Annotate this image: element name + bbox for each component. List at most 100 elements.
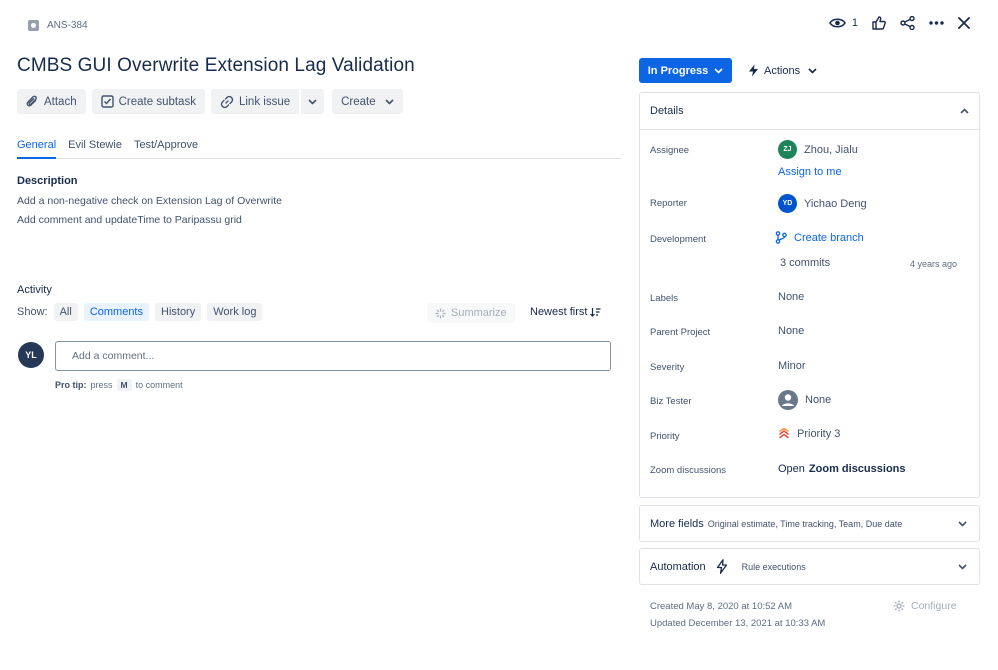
sparkle-icon xyxy=(435,308,446,318)
thumbs-up-icon[interactable] xyxy=(872,16,886,30)
chevron-up-icon xyxy=(960,108,969,114)
filter-all[interactable]: All xyxy=(53,303,78,321)
current-user-avatar: YL xyxy=(18,342,44,368)
link-issue-button[interactable]: Link issue xyxy=(210,89,300,114)
parent-project-value[interactable]: None xyxy=(778,325,804,337)
avatar: YD xyxy=(778,194,797,213)
automation-title: Automation xyxy=(650,560,706,573)
create-subtask-button[interactable]: Create subtask xyxy=(91,89,205,114)
commits-link[interactable]: 3 commits xyxy=(780,257,830,269)
tab-evil-stewie[interactable]: Evil Stewie xyxy=(68,139,122,159)
zoom-discussions-label: Zoom discussions xyxy=(650,465,727,476)
lightning-icon xyxy=(716,559,727,574)
zoom-discussions-link[interactable]: Zoom discussions xyxy=(809,463,906,475)
severity-label: Severity xyxy=(650,362,685,373)
issue-toolbar: Attach Create subtask Link issue Create xyxy=(17,89,403,114)
comment-input[interactable]: Add a comment... xyxy=(55,341,611,371)
show-label: Show: xyxy=(17,306,48,318)
created-timestamp: Created May 8, 2020 at 10:52 AM xyxy=(650,601,793,612)
issue-tabs: General Evil Stewie Test/Approve xyxy=(17,139,621,159)
watch-button[interactable]: 1 xyxy=(828,17,858,29)
assign-to-me-link[interactable]: Assign to me xyxy=(778,166,842,178)
close-icon[interactable] xyxy=(958,17,970,29)
filter-history[interactable]: History xyxy=(155,303,202,321)
details-header[interactable]: Details xyxy=(640,93,979,130)
labels-value[interactable]: None xyxy=(778,291,804,303)
link-issue-dropdown[interactable] xyxy=(301,89,325,114)
create-button[interactable]: Create xyxy=(332,89,403,114)
chevron-down-icon xyxy=(808,67,817,74)
link-issue-label: Link issue xyxy=(238,95,291,108)
actions-dropdown[interactable]: Actions xyxy=(748,58,817,83)
comment-placeholder: Add a comment... xyxy=(72,350,155,362)
biz-tester-value: None xyxy=(805,394,832,406)
filter-comments[interactable]: Comments xyxy=(83,303,149,321)
sort-order-button[interactable]: Newest first xyxy=(530,306,601,318)
attach-label: Attach xyxy=(44,95,77,108)
pro-tip-label: Pro tip: xyxy=(55,380,87,390)
subtask-icon xyxy=(100,95,114,108)
sort-descending-icon xyxy=(590,308,601,317)
tab-test-approve[interactable]: Test/Approve xyxy=(134,139,198,159)
avatar: ZJ xyxy=(778,140,797,159)
actions-label: Actions xyxy=(764,64,801,77)
share-icon[interactable] xyxy=(900,16,915,30)
labels-label: Labels xyxy=(650,293,678,304)
assignee-name: Zhou, Jialu xyxy=(804,143,858,156)
biz-tester-field[interactable]: None xyxy=(778,390,831,410)
watch-count: 1 xyxy=(851,17,858,29)
severity-value[interactable]: Minor xyxy=(778,360,806,372)
filter-work-log[interactable]: Work log xyxy=(207,303,263,321)
attach-button[interactable]: Attach xyxy=(17,89,86,114)
automation-section[interactable]: Automation Rule executions xyxy=(639,548,980,585)
configure-button[interactable]: Configure xyxy=(893,600,957,612)
assignee-field[interactable]: ZJ Zhou, Jialu xyxy=(778,140,858,159)
pro-tip: Pro tip: press M to comment xyxy=(55,379,183,391)
issue-title[interactable]: CMBS GUI Overwrite Extension Lag Validat… xyxy=(17,55,415,77)
issue-key-link[interactable]: ANS-384 xyxy=(47,20,88,31)
priority-field[interactable]: Priority 3 xyxy=(778,428,840,440)
chevron-down-icon xyxy=(958,520,967,527)
reporter-field[interactable]: YD Yichao Deng xyxy=(778,194,867,213)
reporter-name: Yichao Deng xyxy=(804,197,867,210)
issue-top-actions: 1 xyxy=(828,16,970,30)
zoom-discussions-field[interactable]: Open Zoom discussions xyxy=(778,463,906,475)
more-options-icon[interactable] xyxy=(929,21,944,25)
link-issue-group: Link issue xyxy=(210,89,325,114)
updated-timestamp: Updated December 13, 2021 at 10:33 AM xyxy=(650,618,826,629)
development-label: Development xyxy=(650,234,706,245)
chevron-down-icon xyxy=(714,67,723,74)
more-fields-section[interactable]: More fields Original estimate, Time trac… xyxy=(639,505,980,542)
automation-subtitle: Rule executions xyxy=(741,561,806,572)
chevron-down-icon xyxy=(385,98,394,105)
summarize-button[interactable]: Summarize xyxy=(427,303,515,323)
breadcrumb: ANS-384 xyxy=(28,20,88,31)
pro-tip-rest: to comment xyxy=(135,380,183,390)
default-avatar-icon xyxy=(778,390,798,410)
gear-icon xyxy=(893,600,905,612)
zoom-prefix: Open xyxy=(778,463,805,475)
more-fields-title: More fields xyxy=(650,517,704,530)
summarize-label: Summarize xyxy=(451,307,507,319)
eye-icon xyxy=(828,18,846,28)
pro-tip-press: press xyxy=(90,380,113,390)
link-icon xyxy=(220,95,234,108)
status-dropdown[interactable]: In Progress xyxy=(639,58,732,83)
create-branch-link[interactable]: Create branch xyxy=(775,231,864,244)
reporter-label: Reporter xyxy=(650,198,687,209)
configure-label: Configure xyxy=(911,600,957,612)
assignee-label: Assignee xyxy=(650,145,690,156)
details-panel: Details Assignee ZJ Zhou, Jialu Assign t… xyxy=(639,92,980,498)
activity-filter: Show: All Comments History Work log xyxy=(17,303,263,321)
tab-general[interactable]: General xyxy=(17,139,57,159)
priority-icon xyxy=(779,428,789,439)
create-subtask-label: Create subtask xyxy=(118,95,196,108)
activity-heading: Activity xyxy=(17,284,52,296)
parent-project-label: Parent Project xyxy=(650,327,711,338)
description-line[interactable]: Add a non-negative check on Extension La… xyxy=(17,195,282,207)
biz-tester-label: Biz Tester xyxy=(650,396,692,407)
status-label: In Progress xyxy=(647,64,709,77)
description-line[interactable]: Add comment and updateTime to Paripassu … xyxy=(17,214,242,226)
create-branch-label: Create branch xyxy=(794,231,864,244)
paperclip-icon xyxy=(26,95,37,107)
